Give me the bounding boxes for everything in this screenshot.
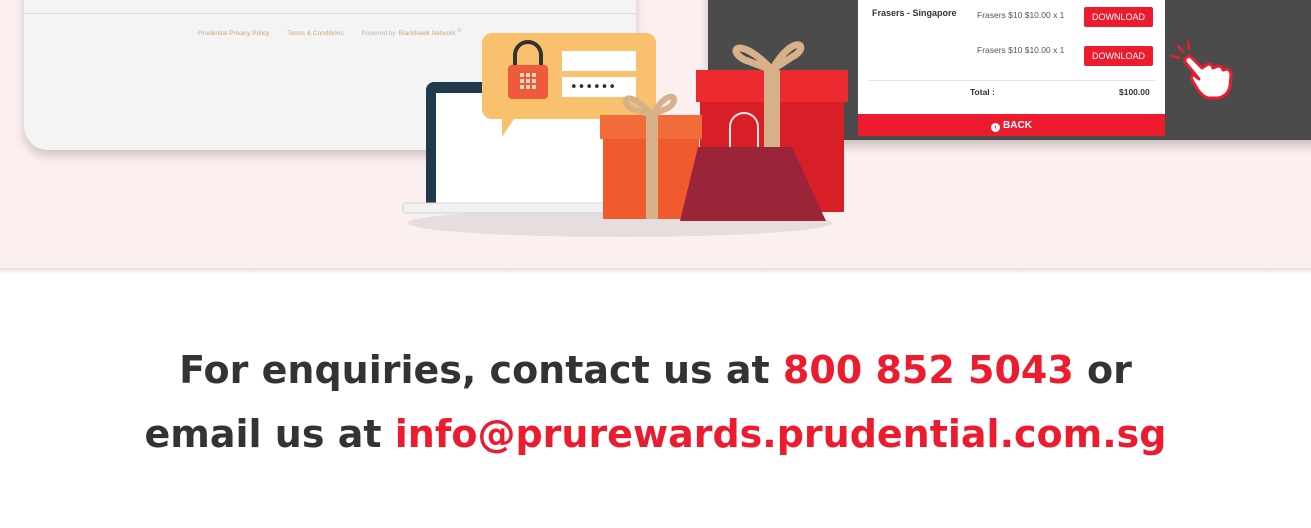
privacy-policy-link[interactable]: Prudential Privacy Policy — [198, 30, 270, 37]
phone-link[interactable]: 800 852 5043 — [783, 348, 1074, 392]
merchant-name: Frasers - Singapore — [872, 8, 957, 18]
back-circle-icon: ‹ — [991, 123, 1001, 132]
footer-divider — [24, 13, 636, 14]
email-prefix: email us at — [144, 412, 395, 456]
voucher-item: Frasers $10 $10.00 x 1 — [977, 10, 1065, 20]
terms-link[interactable]: Terms & Conditions — [287, 30, 343, 37]
back-button[interactable]: ‹ BACK — [858, 114, 1165, 136]
contact-suffix: or — [1073, 348, 1132, 392]
hero-banner: Prudential Privacy Policy Terms & Condit… — [0, 0, 1311, 270]
powered-by-label: Powered by — [361, 30, 396, 38]
contact-prefix: For enquiries, contact us at — [179, 348, 783, 392]
total-divider — [868, 80, 1155, 81]
pointing-hand-icon — [1170, 40, 1233, 100]
email-link[interactable]: info@prurewards.prudential.com.sg — [395, 412, 1167, 456]
password-mask: •••••• — [570, 80, 616, 95]
contact-email-line: email us at info@prurewards.prudential.c… — [0, 412, 1311, 456]
gift-illustration: •••••• — [402, 33, 848, 237]
total-label: Total : — [970, 87, 995, 97]
download-button[interactable]: DOWNLOAD — [1084, 7, 1153, 27]
hero-shadow — [0, 268, 1311, 274]
download-button[interactable]: DOWNLOAD — [1084, 46, 1153, 66]
voucher-item: Frasers $10 $10.00 x 1 — [977, 45, 1065, 55]
back-label: BACK — [1003, 120, 1032, 131]
total-value: $100.00 — [1119, 87, 1150, 97]
voucher-panel: Frasers - Singapore Frasers $10 $10.00 x… — [858, 0, 1165, 114]
contact-phone-line: For enquiries, contact us at 800 852 504… — [0, 348, 1311, 392]
